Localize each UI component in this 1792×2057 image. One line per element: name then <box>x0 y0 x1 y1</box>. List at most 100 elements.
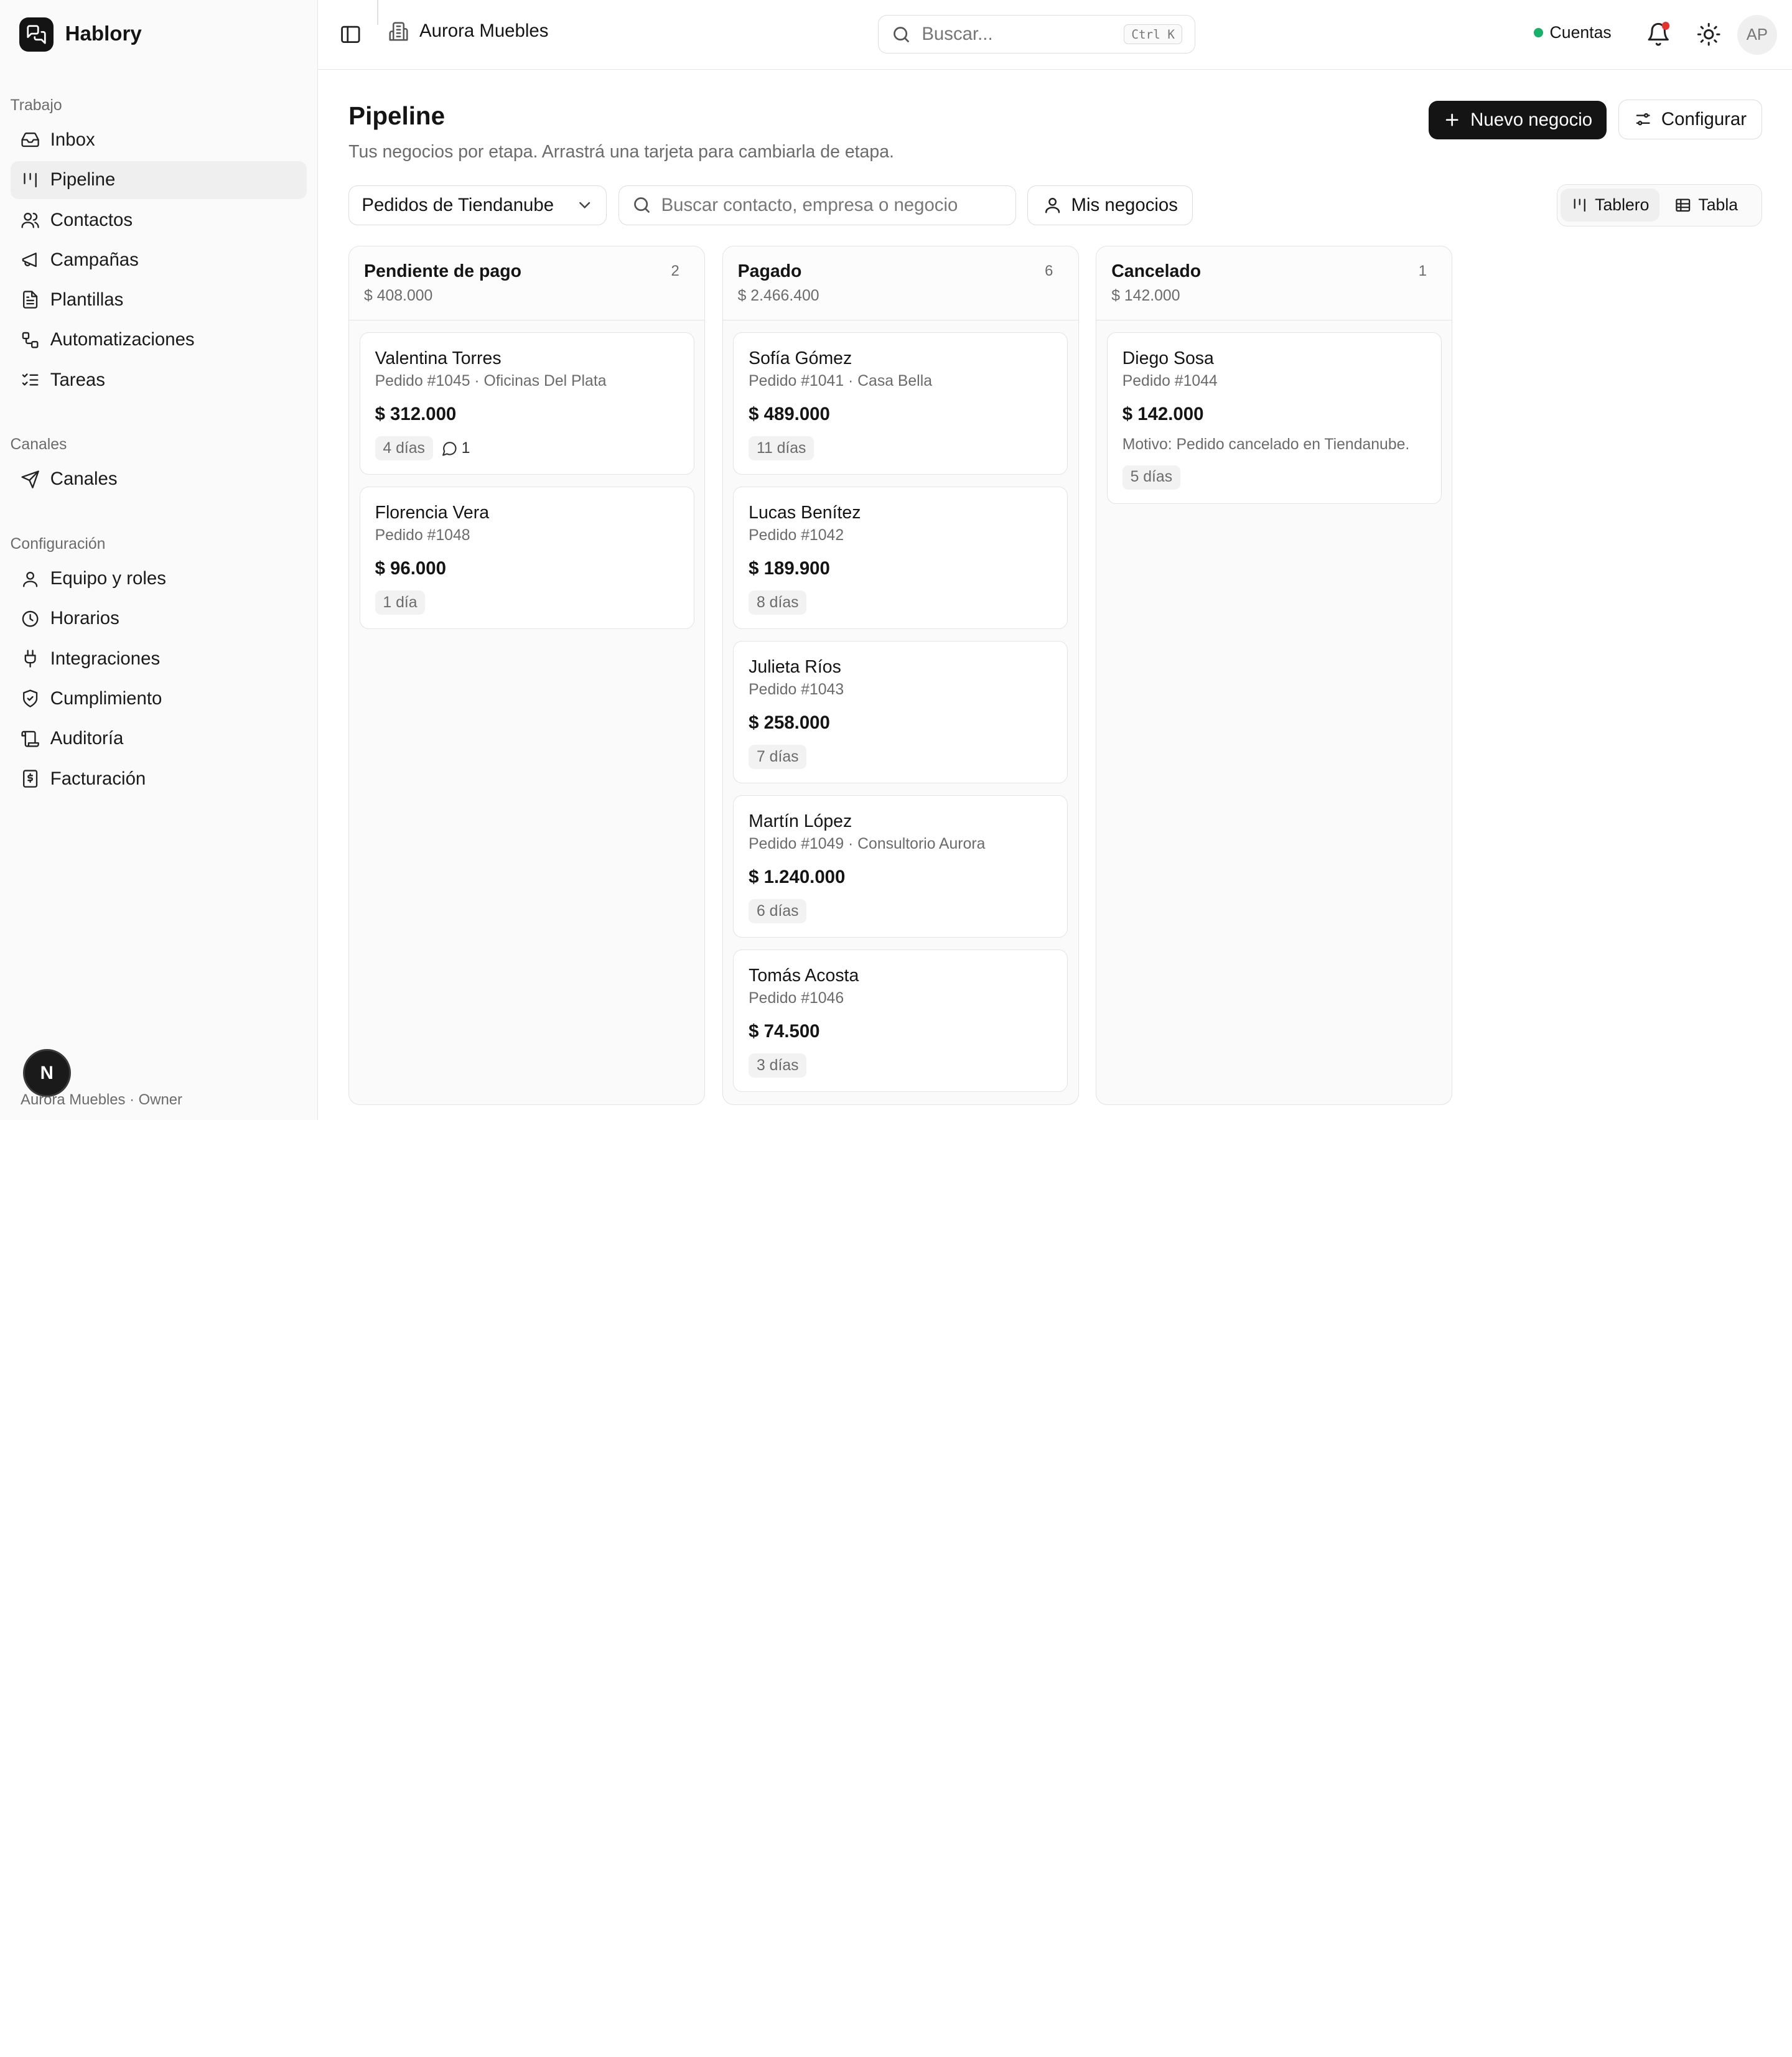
deal-amount: $ 489.000 <box>749 403 830 424</box>
pipeline-select[interactable]: Pedidos de Tiendanube <box>348 185 607 225</box>
page-subtitle: Tus negocios por etapa. Arrastrá una tar… <box>348 141 894 162</box>
nav-heading: Canales <box>10 436 67 454</box>
my-deals-label: Mis negocios <box>1071 194 1178 215</box>
deal-card[interactable]: Tomás Acosta Pedido #1046 $ 74.500 3 día… <box>733 949 1068 1093</box>
accounts-status-button[interactable]: Cuentas <box>1533 23 1612 42</box>
deal-contact-name: Florencia Vera <box>375 503 490 523</box>
workspace-name: Aurora Muebles <box>419 21 549 42</box>
sidebar-item-auditoria[interactable]: Auditoría <box>11 720 307 758</box>
sidebar-item-facturacion[interactable]: Facturación <box>11 760 307 798</box>
deal-card[interactable]: Martín López Pedido #1049 · Consultorio … <box>733 795 1068 938</box>
new-deal-button[interactable]: Nuevo negocio <box>1428 100 1607 140</box>
sidebar-item-cumplimiento[interactable]: Cumplimiento <box>11 680 307 718</box>
nav-group: Equipo y roles Horarios Integraciones Cu… <box>0 560 317 798</box>
view-toggle: Tablero Tabla <box>1556 184 1763 226</box>
workflow-icon <box>22 332 39 348</box>
theme-toggle-sun-icon[interactable] <box>1696 22 1721 47</box>
sidebar-item-inbox[interactable]: Inbox <box>11 121 307 159</box>
deal-search-input[interactable]: Buscar contacto, empresa o negocio <box>618 185 1016 225</box>
column-total: $ 2.466.400 <box>737 287 819 304</box>
deal-age-badge: 1 día <box>375 590 426 615</box>
deal-card[interactable]: Valentina Torres Pedido #1045 · Oficinas… <box>359 332 694 475</box>
column-header: Pendiente de pago $ 408.000 2 <box>349 246 705 321</box>
topbar-divider <box>377 0 378 26</box>
sidebar-item-contactos[interactable]: Contactos <box>11 201 307 239</box>
column-title: Pagado <box>737 261 802 281</box>
column-count: 6 <box>1045 262 1053 279</box>
sidebar-item-label: Tareas <box>50 369 105 390</box>
configure-button[interactable]: Configurar <box>1618 99 1763 140</box>
sliders-icon <box>1636 113 1650 126</box>
deal-order-info: Pedido #1049 · Consultorio Aurora <box>749 835 986 852</box>
brand-name: Hablory <box>65 22 142 46</box>
search-icon <box>633 197 650 213</box>
workspace-switcher[interactable]: Aurora Muebles <box>388 21 548 42</box>
sidebar-item-automatizaciones[interactable]: Automatizaciones <box>11 321 307 359</box>
my-deals-button[interactable]: Mis negocios <box>1027 185 1193 225</box>
pipeline-column: Pendiente de pago $ 408.000 2 Valentina … <box>348 245 706 1106</box>
nav-group: Canales <box>0 460 317 498</box>
deal-age-badge: 8 días <box>749 590 807 615</box>
column-title: Cancelado <box>1111 261 1202 281</box>
dev-tools-badge[interactable]: N <box>22 1049 71 1098</box>
table-icon <box>1676 198 1691 212</box>
deal-contact-name: Diego Sosa <box>1122 348 1214 369</box>
view-board-label: Tablero <box>1595 195 1650 215</box>
avatar[interactable]: AP <box>1737 14 1778 55</box>
deal-amount: $ 258.000 <box>749 712 830 733</box>
column-header: Pagado $ 2.466.400 6 <box>722 246 1078 321</box>
deal-order-info: Pedido #1046 <box>749 989 844 1007</box>
notification-dot <box>1661 21 1670 30</box>
filters-bar: Pedidos de Tiendanube Buscar contacto, e… <box>348 185 1193 225</box>
deal-card[interactable]: Lucas Benítez Pedido #1042 $ 189.900 8 d… <box>733 486 1068 630</box>
brand-logo-icon <box>19 17 54 52</box>
deal-amount: $ 189.900 <box>749 557 830 579</box>
deal-meta: 11 días <box>749 436 1052 461</box>
view-board-button[interactable]: Tablero <box>1561 189 1659 222</box>
deal-comments[interactable]: 1 <box>442 440 470 457</box>
deal-contact-name: Tomás Acosta <box>749 966 859 986</box>
scroll-icon <box>21 730 39 747</box>
shield-check-icon <box>23 689 38 708</box>
sidebar-item-canales[interactable]: Canales <box>11 460 307 498</box>
plug-icon <box>24 650 36 668</box>
column-header: Cancelado $ 142.000 1 <box>1096 246 1452 321</box>
deal-contact-name: Julieta Ríos <box>749 657 841 678</box>
column-body: Valentina Torres Pedido #1045 · Oficinas… <box>349 320 704 640</box>
deal-meta: 1 día <box>375 590 679 615</box>
file-icon <box>23 291 38 309</box>
sidebar-toggle-icon[interactable] <box>339 23 362 46</box>
notifications-button[interactable] <box>1646 21 1671 47</box>
deal-card[interactable]: Julieta Ríos Pedido #1043 $ 258.000 7 dí… <box>733 640 1068 784</box>
brand[interactable]: Hablory <box>0 0 317 68</box>
sidebar-item-pipeline[interactable]: Pipeline <box>10 161 307 199</box>
deal-amount: $ 74.500 <box>749 1020 820 1042</box>
deal-card[interactable]: Florencia Vera Pedido #1048 $ 96.000 1 d… <box>359 486 694 630</box>
deal-amount: $ 142.000 <box>1122 403 1204 424</box>
sidebar-item-integraciones[interactable]: Integraciones <box>11 640 307 678</box>
plus-icon <box>1445 113 1458 126</box>
sidebar-item-horarios[interactable]: Horarios <box>11 600 307 638</box>
nav-heading: Trabajo <box>10 96 62 114</box>
sidebar-item-tareas[interactable]: Tareas <box>11 361 307 399</box>
sidebar-item-plantillas[interactable]: Plantillas <box>11 281 307 319</box>
sidebar-item-label: Canales <box>50 469 118 490</box>
sidebar-item-label: Automatizaciones <box>50 329 195 350</box>
global-search-placeholder: Buscar... <box>922 24 993 45</box>
deal-order-info: Pedido #1043 <box>749 681 844 698</box>
sidebar-item-label: Contactos <box>50 209 133 230</box>
topbar: Aurora Muebles Buscar... Ctrl K Cuentas … <box>317 0 1792 70</box>
sidebar-item-equipo-y-roles[interactable]: Equipo y roles <box>11 560 307 598</box>
deal-card[interactable]: Sofía Gómez Pedido #1041 · Casa Bella $ … <box>733 332 1068 475</box>
kanban-icon <box>24 172 37 187</box>
deal-age-badge: 4 días <box>375 436 433 461</box>
global-search-input[interactable]: Buscar... Ctrl K <box>877 14 1196 54</box>
sidebar-item-label: Campañas <box>50 249 139 270</box>
deal-meta: 4 días 1 <box>375 436 679 461</box>
chevron-down-icon <box>579 202 590 209</box>
deal-amount: $ 1.240.000 <box>749 866 846 887</box>
deal-meta: 8 días <box>749 590 1052 615</box>
deal-card[interactable]: Diego Sosa Pedido #1044 $ 142.000 Motivo:… <box>1106 332 1442 504</box>
view-table-button[interactable]: Tabla <box>1664 189 1748 222</box>
sidebar-item-campanas[interactable]: Campañas <box>11 241 307 279</box>
